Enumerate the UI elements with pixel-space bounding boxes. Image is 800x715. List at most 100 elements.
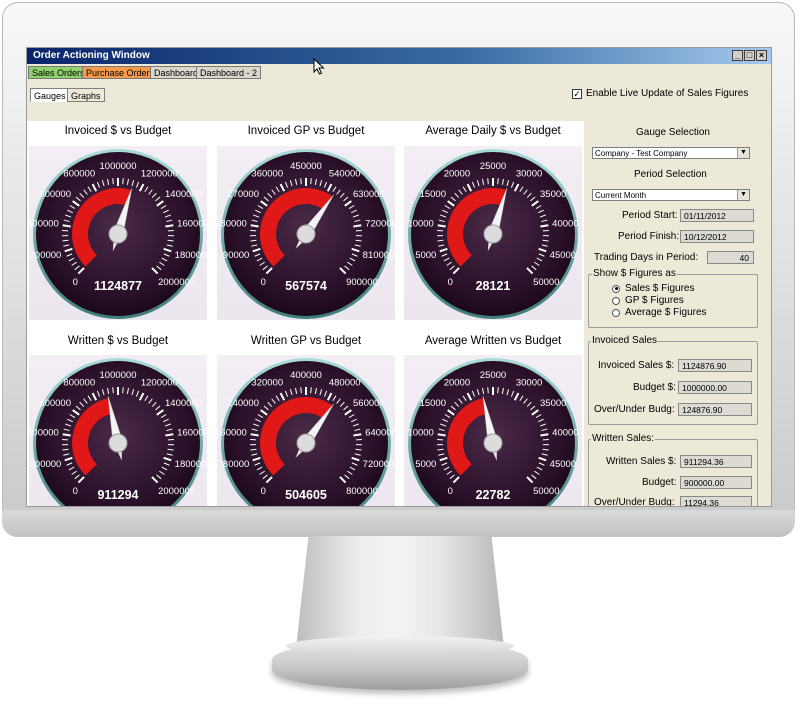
invoiced-budget-field[interactable]: 1000000.00	[678, 381, 752, 394]
written-sales-field[interactable]: 911294.36	[680, 455, 752, 468]
gauge-tick-label: 1000000	[100, 370, 137, 381]
gauge-major-tick	[353, 224, 362, 228]
gauge-tick-label: 1000000	[100, 161, 137, 172]
invoiced-sales-label: Invoiced Sales $:	[598, 360, 675, 371]
gauge-tick-label: 50000	[533, 486, 559, 497]
gauge-minor-tick	[497, 387, 499, 394]
gauge-dial: 0 80000 160000 240000 320000 400000 480000 5600…	[215, 358, 397, 506]
gauge-minor-tick	[487, 387, 489, 394]
gauge-tick-label: 15000	[420, 398, 446, 409]
gauge-minor-tick	[310, 178, 312, 185]
gauge-minor-tick	[487, 178, 489, 185]
gauge-tick-label: 0	[448, 277, 453, 288]
gauge-major-tick	[250, 433, 259, 437]
gauge-minor-tick	[310, 387, 312, 394]
written-budget-field[interactable]: 900000.00	[680, 476, 752, 489]
gauge-major-tick	[437, 433, 446, 437]
written-sales-group-title: Written Sales:	[591, 433, 656, 444]
live-update-checkbox[interactable]: ✓ Enable Live Update of Sales Figures	[572, 88, 748, 99]
minimize-icon[interactable]: _	[732, 50, 743, 61]
gauge-value: 567574	[285, 279, 327, 293]
window-controls: _ □ ×	[732, 50, 767, 61]
gauge-tick-label: 10000	[407, 427, 433, 438]
gauge-value: 1124877	[94, 279, 142, 293]
tab-gauges[interactable]: Gauges	[30, 88, 70, 102]
gauge-value: 28121	[476, 279, 511, 293]
written-overunder-field[interactable]: 11294.36	[680, 496, 752, 506]
gauge-hub	[483, 224, 503, 244]
gauge-tick-label: 20000	[444, 377, 470, 388]
gauge-tick-label: 0	[73, 277, 78, 288]
gauge-title: Average Written vs Budget	[424, 335, 562, 347]
written-budget-label: Budget:	[642, 477, 677, 488]
gauge-tick-label: 40000	[552, 218, 578, 229]
radio-sales-figures[interactable]: Sales $ Figures	[612, 283, 694, 294]
gauge-hub	[108, 224, 128, 244]
gauge-title: Written GP vs Budget	[250, 335, 362, 347]
chevron-down-icon[interactable]: ▼	[737, 148, 749, 158]
tab-dashboard-2[interactable]: Dashboard - 2	[196, 66, 262, 79]
tab-purchase-orders[interactable]: Purchase Orders	[82, 66, 159, 79]
gauge-tick-label: 2000000	[158, 277, 195, 288]
gauge-tick-label: 1200000	[141, 377, 178, 388]
gauge-tick-label: 200000	[30, 250, 62, 261]
period-selection-select[interactable]: Current Month ▼	[592, 189, 750, 201]
gauge-minor-tick	[122, 178, 124, 185]
gauge-major-tick	[62, 433, 71, 437]
trading-days-field[interactable]: 40	[707, 251, 754, 264]
gauge-tick-label: 200000	[30, 459, 62, 470]
gauge-tick-label: 0	[73, 486, 78, 497]
radio-label: GP $ Figures	[625, 295, 684, 306]
radio-icon	[612, 296, 620, 305]
sub-tab-bar: Gauges Graphs ✓ Enable Live Update of Sa…	[27, 81, 771, 121]
tab-graphs[interactable]: Graphs	[67, 88, 105, 102]
gauge-major-tick	[437, 224, 446, 228]
gauge-tick-label: 540000	[329, 168, 361, 179]
gauge-tick-label: 720000	[365, 218, 397, 229]
tab-sales-orders[interactable]: Sales Orders	[28, 66, 89, 79]
gauge-selection-select[interactable]: Company - Test Company ▼	[592, 147, 750, 159]
gauge-tick-label: 450000	[290, 161, 322, 172]
radio-average-figures[interactable]: Average $ Figures	[612, 307, 707, 318]
gauge-major-tick	[250, 224, 259, 228]
gauge-selection-value: Company - Test Company	[595, 149, 688, 158]
gauge-tick-label: 2000000	[158, 486, 195, 497]
chevron-down-icon[interactable]: ▼	[737, 190, 749, 200]
gauge-tick-label: 400000	[27, 427, 59, 438]
gauge-tick-label: 50000	[533, 277, 559, 288]
gauge-tick-label: 0	[261, 486, 266, 497]
radio-label: Sales $ Figures	[625, 283, 695, 294]
gauge-tick-label: 1800000	[175, 459, 212, 470]
invoiced-sales-field[interactable]: 1124876.90	[678, 359, 752, 372]
gauge-tick-label: 5000	[415, 459, 436, 470]
gauge-value: 911294	[97, 488, 138, 502]
window-title: Order Actioning Window	[33, 50, 150, 61]
gauge-major-tick	[62, 224, 71, 228]
tab-dashboard[interactable]: Dashboard	[150, 66, 203, 79]
gauge-tick-label: 270000	[227, 189, 259, 200]
gauge-minor-tick	[112, 387, 114, 394]
gauge-tick-label: 480000	[329, 377, 361, 388]
close-icon[interactable]: ×	[756, 50, 767, 61]
period-start-label: Period Start:	[622, 210, 678, 221]
gauge-minor-tick	[300, 178, 302, 185]
gauge-tick-label: 160000	[215, 427, 247, 438]
gauge-minor-tick	[122, 387, 124, 394]
period-start-field[interactable]: 01/11/2012	[680, 209, 754, 222]
gauge-minor-tick	[112, 178, 114, 185]
period-finish-label: Period Finish:	[618, 231, 680, 242]
settings-panel: Gauge Selection Company - Test Company ▼…	[584, 121, 771, 506]
gauge-hub	[296, 224, 316, 244]
written-overunder-label: Over/Under Budg:	[594, 497, 675, 506]
gauge-tick-label: 240000	[227, 398, 259, 409]
period-finish-field[interactable]: 10/12/2012	[680, 230, 754, 243]
radio-gp-figures[interactable]: GP $ Figures	[612, 295, 684, 306]
gauge-dial: 0 5000 10000 15000 20000 25000 30000 35000 40000…	[407, 358, 579, 506]
window-titlebar[interactable]: Order Actioning Window _ □ ×	[27, 48, 771, 64]
gauge-tick-label: 720000	[363, 459, 395, 470]
gauge-value: 22782	[476, 488, 511, 502]
invoiced-overunder-field[interactable]: 124876.90	[678, 403, 752, 416]
maximize-icon[interactable]: □	[744, 50, 755, 61]
gauge-minor-tick	[497, 178, 499, 185]
gauge-tick-label: 40000	[552, 427, 578, 438]
